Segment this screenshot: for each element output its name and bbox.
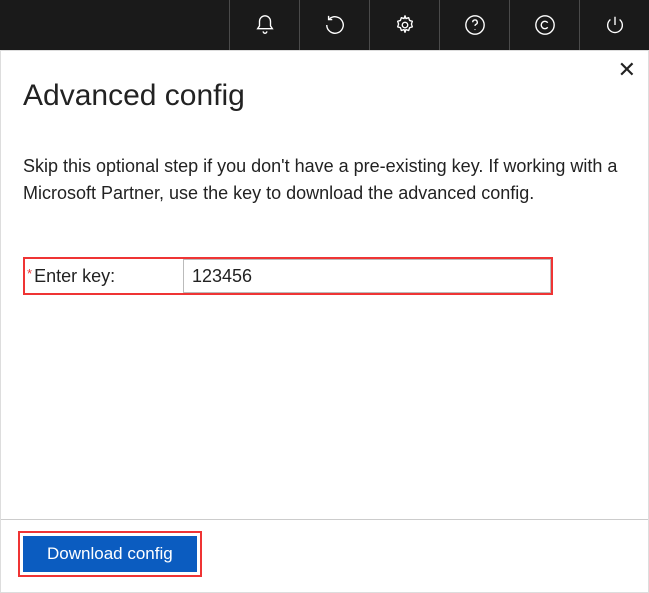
dialog-body: Advanced config Skip this optional step … [1, 51, 648, 295]
dialog: ✕ Advanced config Skip this optional ste… [0, 50, 649, 593]
enter-key-label-wrap: * Enter key: [25, 259, 183, 293]
enter-key-row: * Enter key: [23, 257, 553, 295]
power-button[interactable] [579, 0, 649, 50]
topbar [0, 0, 649, 50]
enter-key-input[interactable] [183, 259, 551, 293]
download-config-button[interactable]: Download config [23, 536, 197, 572]
help-button[interactable] [439, 0, 509, 50]
notifications-button[interactable] [229, 0, 299, 50]
required-mark: * [27, 266, 32, 281]
close-button[interactable]: ✕ [618, 59, 636, 81]
dialog-footer: Download config [1, 519, 648, 592]
refresh-icon [324, 14, 346, 36]
dialog-description: Skip this optional step if you don't hav… [23, 153, 626, 207]
copyright-icon [534, 14, 556, 36]
copyright-button[interactable] [509, 0, 579, 50]
power-icon [604, 14, 626, 36]
bell-icon [254, 14, 276, 36]
settings-button[interactable] [369, 0, 439, 50]
enter-key-label: Enter key: [34, 266, 115, 287]
dialog-title: Advanced config [23, 79, 626, 113]
gear-icon [394, 14, 416, 36]
help-icon [464, 14, 486, 36]
refresh-button[interactable] [299, 0, 369, 50]
